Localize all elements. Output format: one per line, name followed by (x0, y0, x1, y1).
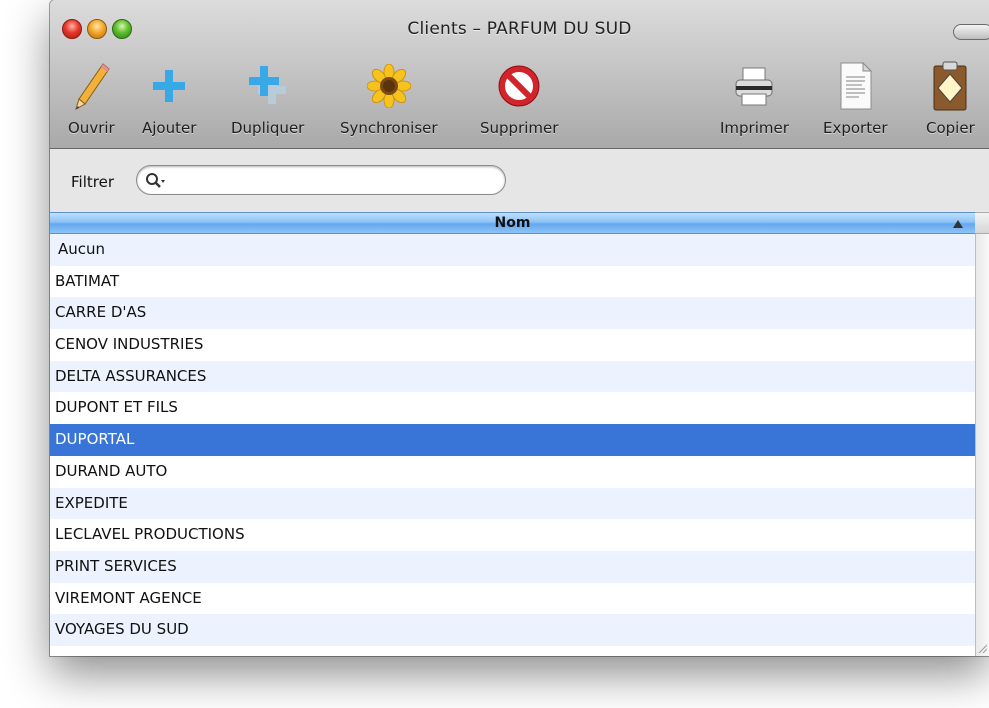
export-button[interactable]: Exporter (823, 58, 888, 142)
list-item[interactable]: DUPONT ET FILS (50, 392, 975, 424)
export-label: Exporter (823, 119, 888, 137)
title-toolbar: Clients – PARFUM DU SUD Ouvrir Ajouter D… (50, 0, 989, 149)
list-item[interactable]: VOYAGES DU SUD (50, 614, 975, 646)
column-header-label: Nom (494, 215, 531, 231)
list-item[interactable]: LECLAVEL PRODUCTIONS (50, 519, 975, 551)
duplicate-button[interactable]: Dupliquer (231, 58, 304, 142)
copy-button[interactable]: Copier (926, 58, 975, 142)
filter-bar: Filtrer (50, 149, 989, 211)
clients-list: Aucun BATIMAT CARRE D'AS CENOV INDUSTRIE… (50, 234, 975, 656)
duplicate-label: Dupliquer (231, 119, 305, 137)
resize-grip-icon[interactable] (977, 643, 987, 653)
pencil-icon (75, 63, 111, 111)
sunflower-icon (366, 64, 411, 108)
header-corner (975, 212, 989, 234)
list-item[interactable]: DELTA ASSURANCES (50, 360, 975, 393)
synchronize-label: Synchroniser (340, 119, 438, 137)
list-item[interactable]: Aucun (50, 234, 975, 266)
clipboard-icon (933, 61, 967, 111)
list-item-selected[interactable]: DUPORTAL (50, 424, 975, 456)
duplicate-icon (248, 66, 286, 104)
window-title: Clients – PARFUM DU SUD (407, 19, 632, 39)
delete-label: Supprimer (480, 119, 559, 137)
open-button[interactable]: Ouvrir (68, 58, 115, 142)
delete-button[interactable]: Supprimer (480, 58, 558, 142)
print-label: Imprimer (720, 119, 789, 137)
sort-ascending-icon (953, 220, 963, 228)
print-button[interactable]: Imprimer (720, 58, 789, 142)
copy-label: Copier (926, 119, 975, 137)
prohibited-icon (498, 65, 540, 107)
search-icon (146, 173, 165, 188)
open-label: Ouvrir (68, 119, 115, 137)
list-item[interactable]: PRINT SERVICES (50, 550, 975, 583)
search-input[interactable] (171, 170, 495, 192)
printer-icon (735, 67, 773, 106)
clients-window: Clients – PARFUM DU SUD Ouvrir Ajouter D… (50, 0, 989, 656)
list-item[interactable]: CARRE D'AS (50, 297, 975, 330)
synchronize-button[interactable]: Synchroniser (340, 58, 438, 142)
toolbar-toggle-button[interactable] (953, 24, 989, 40)
list-item[interactable]: BATIMAT (50, 266, 975, 298)
filter-label: Filtrer (71, 173, 114, 191)
search-field[interactable] (136, 165, 506, 195)
document-icon (840, 61, 873, 110)
list-item[interactable]: EXPEDITE (50, 487, 975, 520)
vertical-scrollbar[interactable] (975, 234, 989, 656)
add-button[interactable]: Ajouter (142, 58, 196, 142)
plus-icon (153, 70, 186, 102)
list-item[interactable]: CENOV INDUSTRIES (50, 329, 975, 361)
list-item[interactable]: DURAND AUTO (50, 456, 975, 488)
list-item[interactable]: VIREMONT AGENCE (50, 583, 975, 615)
add-label: Ajouter (142, 119, 197, 137)
column-header-nom[interactable]: Nom (50, 212, 975, 234)
